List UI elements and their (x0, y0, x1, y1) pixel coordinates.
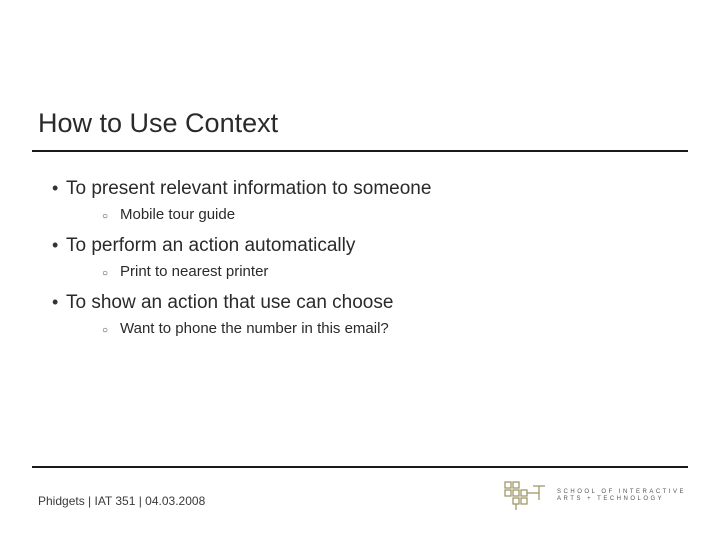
siat-logo-icon (503, 480, 549, 510)
bullet-level2: ○ Print to nearest printer (94, 262, 678, 284)
bullet-level1: • To perform an action automatically (38, 233, 678, 258)
bullet-circle-icon: ○ (94, 264, 120, 284)
bullet-circle-icon: ○ (94, 207, 120, 227)
bullet-subtext: Mobile tour guide (120, 205, 235, 225)
slide-title: How to Use Context (38, 108, 278, 139)
slide: How to Use Context • To present relevant… (0, 0, 720, 540)
bullet-text: To perform an action automatically (66, 234, 355, 258)
bullet-dot-icon: • (38, 176, 66, 200)
bullet-dot-icon: • (38, 233, 66, 257)
footer-text: Phidgets | IAT 351 | 04.03.2008 (38, 494, 205, 508)
bullet-text: To present relevant information to someo… (66, 177, 431, 201)
bullet-level1: • To present relevant information to som… (38, 176, 678, 201)
footer-divider (32, 466, 688, 468)
bullet-level2: ○ Want to phone the number in this email… (94, 319, 678, 341)
logo-line2: ARTS + TECHNOLOGY (557, 496, 686, 502)
siat-logo: SCHOOL OF INTERACTIVE ARTS + TECHNOLOGY (503, 480, 686, 510)
title-underline (32, 150, 688, 152)
logo-line1: SCHOOL OF INTERACTIVE (557, 489, 686, 495)
bullet-level1: • To show an action that use can choose (38, 290, 678, 315)
siat-logo-text: SCHOOL OF INTERACTIVE ARTS + TECHNOLOGY (557, 489, 686, 502)
bullet-level2: ○ Mobile tour guide (94, 205, 678, 227)
bullet-subtext: Want to phone the number in this email? (120, 319, 389, 339)
bullet-text: To show an action that use can choose (66, 291, 393, 315)
slide-content: • To present relevant information to som… (38, 170, 678, 347)
bullet-circle-icon: ○ (94, 321, 120, 341)
bullet-dot-icon: • (38, 290, 66, 314)
bullet-subtext: Print to nearest printer (120, 262, 268, 282)
